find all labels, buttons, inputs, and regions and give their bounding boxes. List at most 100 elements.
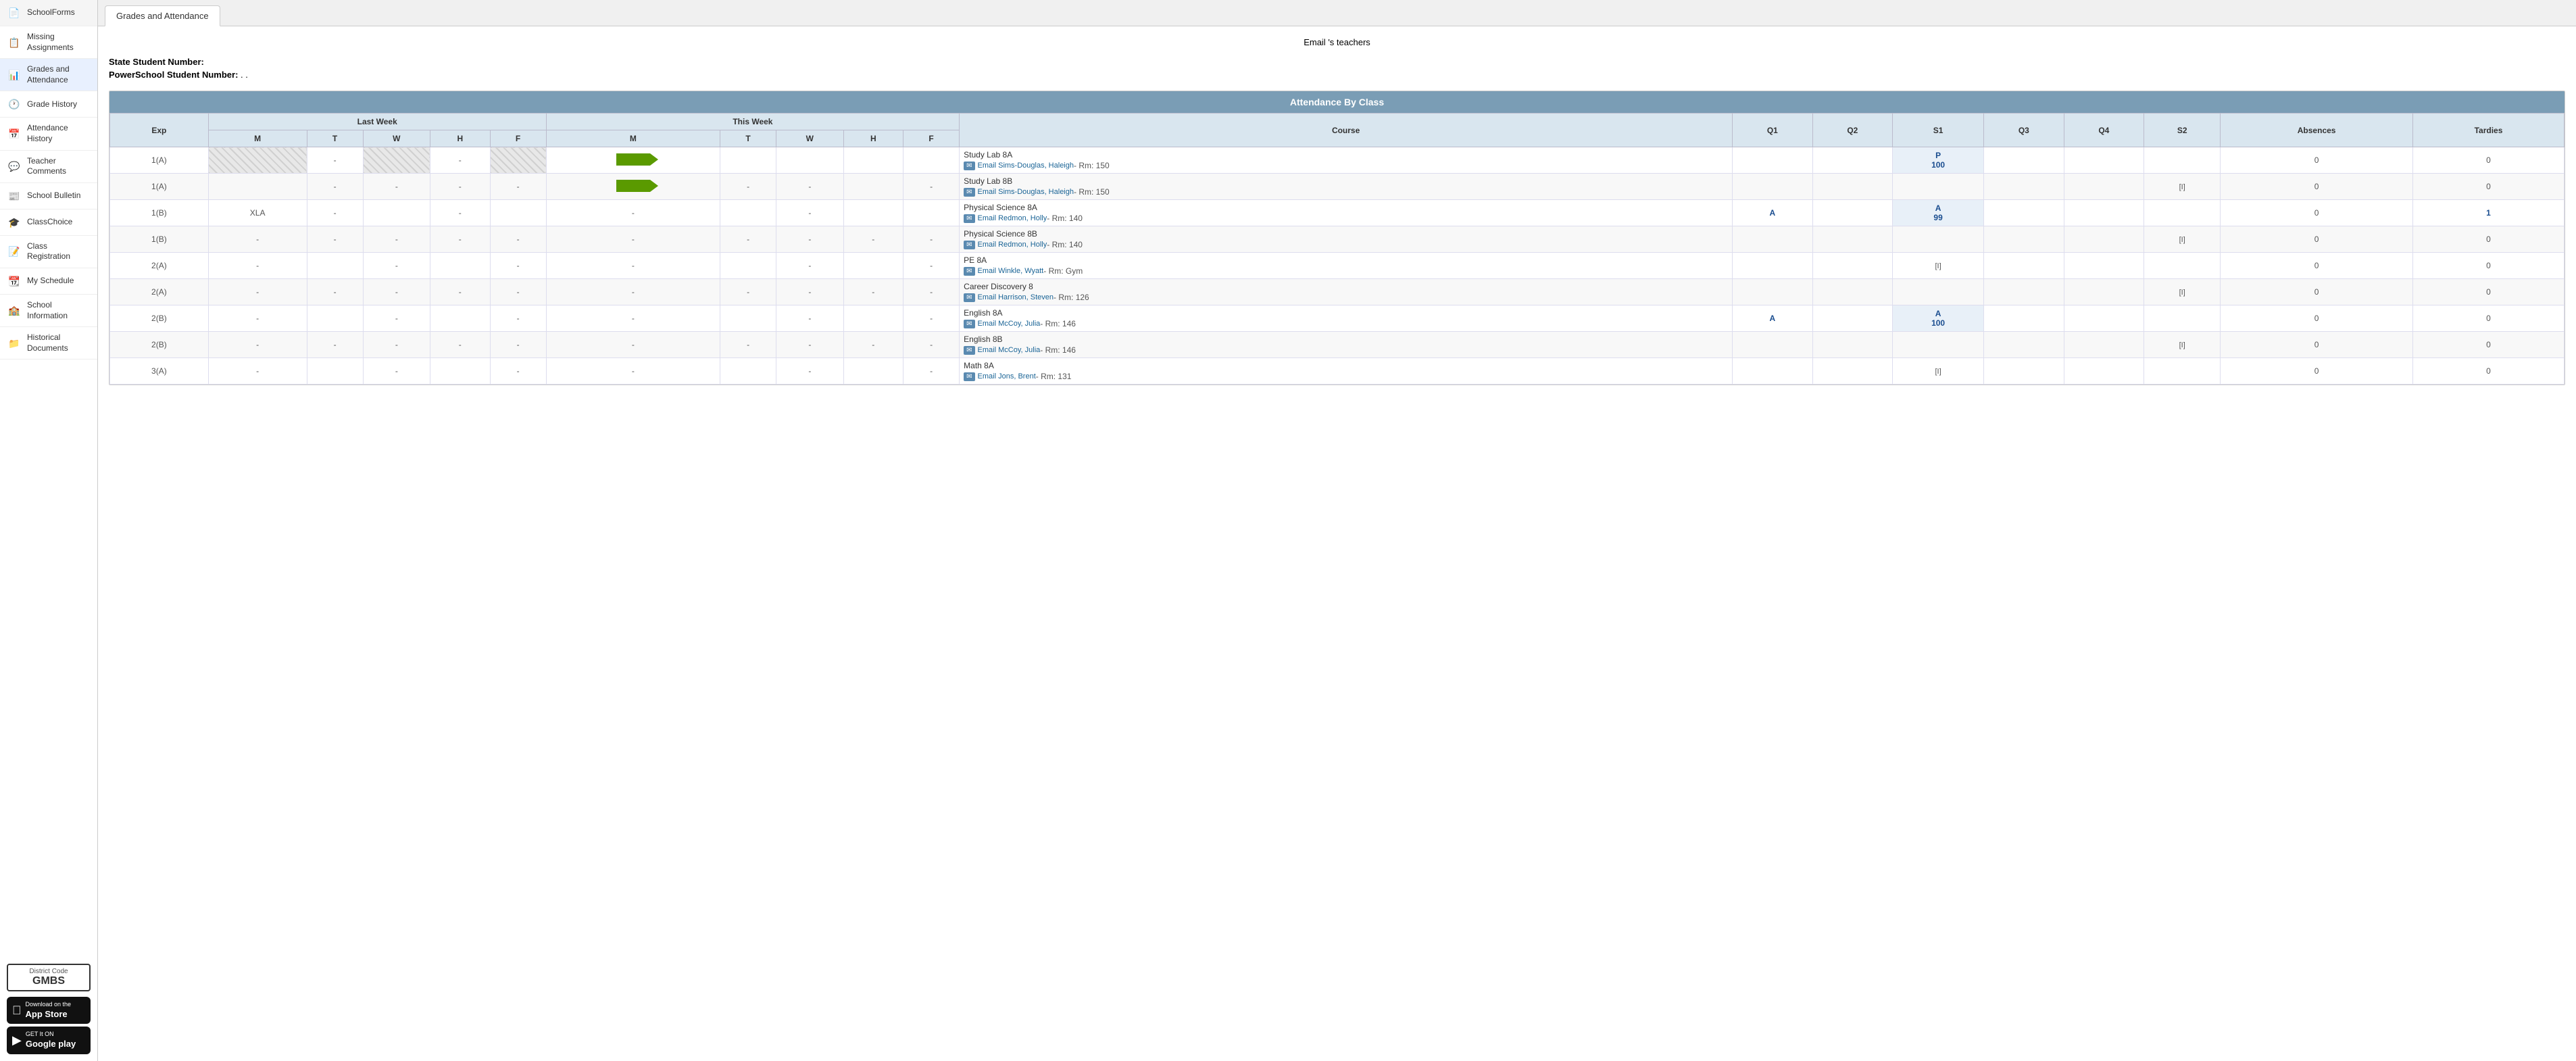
sidebar-item-school-bulletin[interactable]: 📰 School Bulletin (0, 183, 97, 209)
app-store-label-top: Download on the (26, 1001, 72, 1009)
lw-day-cell (307, 305, 363, 332)
tw-day-t-header: T (720, 130, 776, 147)
tw-day-cell: - (546, 279, 720, 305)
lw-day-cell: - (363, 332, 430, 358)
s1-cell: P100 (1893, 147, 1984, 174)
sidebar-item-teacher-comments[interactable]: 💬 Teacher Comments (0, 151, 97, 183)
teacher-link[interactable]: Email McCoy, Julia (978, 320, 1041, 328)
tw-day-cell: - (903, 226, 960, 253)
teacher-link[interactable]: Email Redmon, Holly (978, 241, 1047, 249)
tw-day-cell: - (903, 305, 960, 332)
tardies-cell: 0 (2413, 226, 2565, 253)
lw-day-cell (208, 147, 307, 174)
teacher-link[interactable]: Email Redmon, Holly (978, 214, 1047, 222)
course-cell: PE 8A ✉ Email Winkle, Wyatt - Rm: Gym (960, 253, 1733, 279)
table-row: 1(A)-- Study Lab 8A ✉ Email Sims-Douglas… (110, 147, 2565, 174)
q1-cell: A (1733, 305, 1813, 332)
absences-cell: 0 (2221, 200, 2413, 226)
sidebar-item-class-registration[interactable]: 📝 Class Registration (0, 236, 97, 268)
tw-day-cell: - (776, 200, 843, 226)
email-teacher-btn[interactable]: ✉ (964, 188, 974, 197)
lw-day-t-header: T (307, 130, 363, 147)
sidebar-label-class-registration: Class Registration (27, 241, 91, 262)
sidebar-item-class-choice[interactable]: 🎓 ClassChoice (0, 209, 97, 236)
absences-cell: 0 (2221, 253, 2413, 279)
s2-cell: [I] (2144, 279, 2221, 305)
tardies-cell: 1 (2413, 200, 2565, 226)
course-cell: Math 8A ✉ Email Jons, Brent - Rm: 131 (960, 358, 1733, 385)
s2-cell: [I] (2144, 226, 2221, 253)
tab-bar: Grades and Attendance (98, 0, 2576, 26)
lw-day-cell (363, 200, 430, 226)
teacher-link[interactable]: Email Harrison, Steven (978, 293, 1054, 301)
sidebar-icon-grade-history: 🕐 (7, 97, 22, 112)
q4-cell (2064, 200, 2144, 226)
app-store-button[interactable]:  Download on the App Store (7, 997, 91, 1025)
tw-day-f-header: F (903, 130, 960, 147)
sidebar-label-grade-history: Grade History (27, 99, 91, 110)
sidebar-item-grade-history[interactable]: 🕐 Grade History (0, 91, 97, 118)
q3-cell (1984, 226, 2064, 253)
sidebar-item-attendance-history[interactable]: 📅 Attendance History (0, 118, 97, 150)
absences-cell: 0 (2221, 226, 2413, 253)
sidebar-item-missing-assignments[interactable]: 📋 Missing Assignments (0, 26, 97, 59)
email-teacher-btn[interactable]: ✉ (964, 320, 974, 328)
tw-day-cell: - (843, 332, 903, 358)
bracket-indicator: [I] (1935, 262, 1941, 270)
sidebar-label-school-bulletin: School Bulletin (27, 191, 91, 201)
district-code-value: GMBS (12, 975, 85, 987)
sidebar-icon-historical-documents: 📁 (7, 336, 22, 351)
lw-day-cell: - (363, 358, 430, 385)
google-play-button[interactable]: ▶ GET It ON Google play (7, 1027, 91, 1054)
email-teacher-btn[interactable]: ✉ (964, 372, 974, 381)
absences-cell: 0 (2221, 305, 2413, 332)
lw-day-cell: - (208, 279, 307, 305)
sidebar-item-school-information[interactable]: 🏫 School Information (0, 295, 97, 327)
tw-day-cell (843, 253, 903, 279)
sidebar-item-grades-attendance[interactable]: 📊 Grades and Attendance (0, 59, 97, 91)
email-prefix: Email (1304, 37, 1326, 47)
s2-cell: [I] (2144, 332, 2221, 358)
tw-day-cell (720, 147, 776, 174)
teacher-link[interactable]: Email Sims-Douglas, Haleigh (978, 188, 1074, 196)
lw-day-cell: - (363, 174, 430, 200)
student-info: State Student Number: PowerSchool Studen… (109, 57, 2565, 80)
lw-day-cell: - (363, 279, 430, 305)
q4-cell (2064, 332, 2144, 358)
tw-day-cell: - (546, 332, 720, 358)
email-teacher-btn[interactable]: ✉ (964, 267, 974, 276)
q2-cell (1812, 279, 1893, 305)
lw-day-cell (430, 305, 491, 332)
email-teacher-btn[interactable]: ✉ (964, 346, 974, 355)
email-suffix: 's teachers (1328, 37, 1370, 47)
teacher-link[interactable]: Email Jons, Brent (978, 372, 1036, 380)
sidebar-icon-attendance-history: 📅 (7, 126, 22, 141)
teacher-link[interactable]: Email Winkle, Wyatt (978, 267, 1044, 275)
bracket-indicator: [I] (2179, 341, 2185, 349)
absences-cell: 0 (2221, 147, 2413, 174)
lw-day-h-header: H (430, 130, 491, 147)
tw-day-cell (903, 147, 960, 174)
tardies-cell: 0 (2413, 332, 2565, 358)
q2-cell (1812, 147, 1893, 174)
room-label: - Rm: Gym (1043, 266, 1083, 276)
email-teacher-btn[interactable]: ✉ (964, 162, 974, 170)
course-name: Study Lab 8A (964, 150, 1728, 159)
tab-grades-attendance[interactable]: Grades and Attendance (105, 5, 220, 26)
tw-day-cell (720, 200, 776, 226)
sidebar-item-school-forms[interactable]: 📄 SchoolForms (0, 0, 97, 26)
lw-day-f-header: F (490, 130, 546, 147)
q1-cell (1733, 332, 1813, 358)
sidebar-item-historical-documents[interactable]: 📁 Historical Documents (0, 327, 97, 360)
q1-cell (1733, 253, 1813, 279)
q2-cell (1812, 200, 1893, 226)
teacher-link[interactable]: Email McCoy, Julia (978, 346, 1041, 354)
email-teacher-btn[interactable]: ✉ (964, 293, 974, 302)
tw-day-cell: - (903, 253, 960, 279)
teacher-link[interactable]: Email Sims-Douglas, Haleigh (978, 162, 1074, 170)
email-teacher-btn[interactable]: ✉ (964, 214, 974, 223)
q4-cell (2064, 358, 2144, 385)
q3-cell (1984, 253, 2064, 279)
email-teacher-btn[interactable]: ✉ (964, 241, 974, 249)
sidebar-item-my-schedule[interactable]: 📆 My Schedule (0, 268, 97, 295)
